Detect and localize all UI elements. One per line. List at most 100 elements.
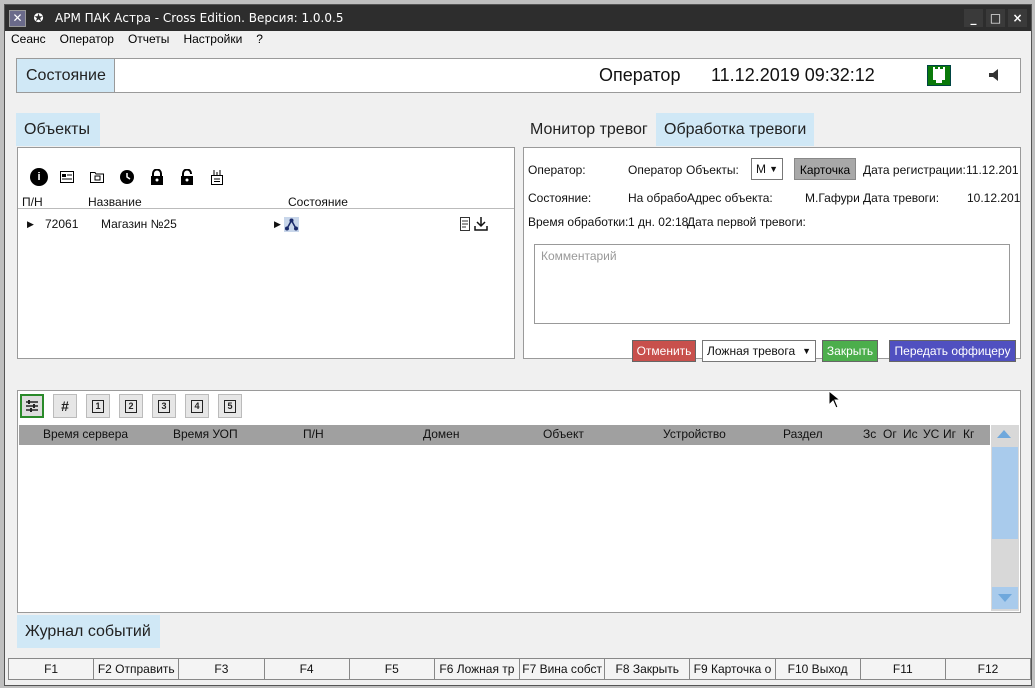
column-og[interactable]: Ог <box>883 427 897 441</box>
scroll-thumb[interactable] <box>992 447 1018 539</box>
events-panel: # 1 2 3 4 5 Время сервера Время УОП П/Н … <box>17 390 1021 613</box>
processing-time-label: Время обработки: <box>528 215 629 229</box>
result-select-value: Ложная тревога <box>707 344 796 358</box>
close-window-button[interactable]: × <box>1008 9 1027 27</box>
objects-table-header: П/Н Название Состояние <box>18 195 514 209</box>
events-section-label: Журнал событий <box>17 615 160 648</box>
column-is[interactable]: Ис <box>903 427 918 441</box>
result-select[interactable]: Ложная тревога ▼ <box>702 340 816 362</box>
column-name[interactable]: Название <box>88 195 142 209</box>
fkey-f11[interactable]: F11 <box>859 658 946 680</box>
state-expand-arrow-icon[interactable]: ▶ <box>274 216 281 232</box>
operator-value: Оператор <box>628 163 683 177</box>
state-value: На обрабо <box>628 191 688 205</box>
address-value: М.Гафури <box>805 191 860 205</box>
download-icon[interactable] <box>474 216 488 236</box>
alarm-processing-panel: Оператор: Оператор Объекты: М ▼ Карточка… <box>523 147 1021 362</box>
info-icon[interactable]: i <box>30 168 48 186</box>
fkey-f12[interactable]: F12 <box>944 658 1031 680</box>
comment-input[interactable]: Комментарий <box>534 244 1010 324</box>
cancel-button[interactable]: Отменить <box>632 340 696 362</box>
fkey-f5[interactable]: F5 <box>348 658 435 680</box>
events-table-header: Время сервера Время УОП П/Н Домен Объект… <box>19 425 990 445</box>
card-icon[interactable] <box>56 166 78 188</box>
page-1-icon[interactable]: 1 <box>86 394 110 418</box>
events-scrollbar[interactable] <box>991 425 1019 611</box>
column-server-time[interactable]: Время сервера <box>43 427 128 441</box>
function-key-bar: F1 F2 Отправить F3 F4 F5 F6 Ложная тр F7… <box>8 658 1031 680</box>
maximize-button[interactable]: □ <box>986 9 1005 27</box>
hash-icon[interactable]: # <box>53 394 77 418</box>
current-datetime: 11.12.2019 09:32:12 <box>711 65 875 85</box>
close-alarm-button[interactable]: Закрыть <box>822 340 878 362</box>
first-alarm-label: Дата первой тревоги: <box>687 215 806 229</box>
menu-help[interactable]: ? <box>256 31 263 49</box>
speaker-icon[interactable] <box>987 67 1003 83</box>
object-name: Магазин №25 <box>101 217 177 231</box>
column-pn[interactable]: П/Н <box>303 427 324 441</box>
status-bar: Состояние Оператор 11.12.2019 09:32:12 <box>16 58 1021 93</box>
title-bar: ✕ ✪ АРМ ПАК Астра - Cross Edition. Верси… <box>5 5 1031 31</box>
filter-icon[interactable] <box>20 394 44 418</box>
fkey-f9-card[interactable]: F9 Карточка о <box>689 658 776 680</box>
menu-operator[interactable]: Оператор <box>60 31 114 49</box>
tab-alarm-monitor[interactable]: Монитор тревог <box>530 113 648 146</box>
mouse-cursor-icon <box>828 389 842 409</box>
menu-reports[interactable]: Отчеты <box>128 31 169 49</box>
fkey-f7-fault[interactable]: F7 Вина собст <box>519 658 606 680</box>
menu-settings[interactable]: Настройки <box>183 31 242 49</box>
fkey-f4[interactable]: F4 <box>263 658 350 680</box>
settings-gear-icon[interactable]: ✪ <box>30 10 47 27</box>
chevron-down-icon: ▼ <box>802 346 811 356</box>
page-2-icon[interactable]: 2 <box>119 394 143 418</box>
current-operator: Оператор <box>599 65 681 85</box>
app-window: ✕ ✪ АРМ ПАК Астра - Cross Edition. Верси… <box>4 4 1032 686</box>
column-device[interactable]: Устройство <box>663 427 726 441</box>
fkey-f2-send[interactable]: F2 Отправить <box>93 658 180 680</box>
tab-alarm-processing[interactable]: Обработка тревоги <box>656 113 814 146</box>
processing-time-value: 1 дн. 02:18 <box>628 215 688 229</box>
objects-label: Объекты: <box>686 163 739 177</box>
reg-date-label: Дата регистрации: <box>863 163 966 177</box>
page-5-icon[interactable]: 5 <box>218 394 242 418</box>
minimize-button[interactable]: _ <box>964 9 983 27</box>
status-label: Состояние <box>17 59 115 92</box>
chevron-down-icon: ▼ <box>769 164 778 174</box>
events-toolbar: # 1 2 3 4 5 <box>18 391 1020 423</box>
page-4-icon[interactable]: 4 <box>185 394 209 418</box>
objects-select[interactable]: М ▼ <box>751 158 783 180</box>
scroll-down-button[interactable] <box>992 587 1018 609</box>
menu-session[interactable]: Сеанс <box>11 31 46 49</box>
network-icon[interactable] <box>927 65 951 86</box>
lock-open-icon[interactable] <box>176 166 198 188</box>
expand-arrow-icon[interactable]: ▶ <box>27 216 34 232</box>
fkey-f3[interactable]: F3 <box>178 658 265 680</box>
column-domain[interactable]: Домен <box>423 427 460 441</box>
history-icon[interactable] <box>116 166 138 188</box>
fkey-f1[interactable]: F1 <box>8 658 95 680</box>
comment-placeholder: Комментарий <box>541 249 617 263</box>
folder-icon[interactable] <box>86 166 108 188</box>
report-icon[interactable] <box>458 216 472 236</box>
column-ig[interactable]: Иг <box>943 427 956 441</box>
column-kg[interactable]: Кг <box>963 427 974 441</box>
column-object[interactable]: Объект <box>543 427 584 441</box>
lock-icon[interactable] <box>146 166 168 188</box>
window-title: АРМ ПАК Астра - Cross Edition. Версия: 1… <box>55 11 344 25</box>
column-uop-time[interactable]: Время УОП <box>173 427 238 441</box>
fkey-f8-close[interactable]: F8 Закрыть <box>604 658 691 680</box>
table-row[interactable]: ▶ 72061 Магазин №25 ▶ <box>18 216 514 234</box>
card-button[interactable]: Карточка <box>794 158 856 180</box>
column-us[interactable]: УС <box>923 427 939 441</box>
column-section[interactable]: Раздел <box>783 427 823 441</box>
fkey-f10-exit[interactable]: F10 Выход <box>774 658 861 680</box>
scroll-up-icon[interactable] <box>997 430 1011 438</box>
scroll-down-icon <box>998 594 1012 602</box>
fkey-f6-false-alarm[interactable]: F6 Ложная тр <box>433 658 521 680</box>
device-icon[interactable] <box>206 166 228 188</box>
page-3-icon[interactable]: 3 <box>152 394 176 418</box>
column-state[interactable]: Состояние <box>288 195 348 209</box>
column-pn[interactable]: П/Н <box>22 195 43 209</box>
transfer-officer-button[interactable]: Передать оффицеру <box>889 340 1016 362</box>
column-zs[interactable]: Зс <box>863 427 876 441</box>
